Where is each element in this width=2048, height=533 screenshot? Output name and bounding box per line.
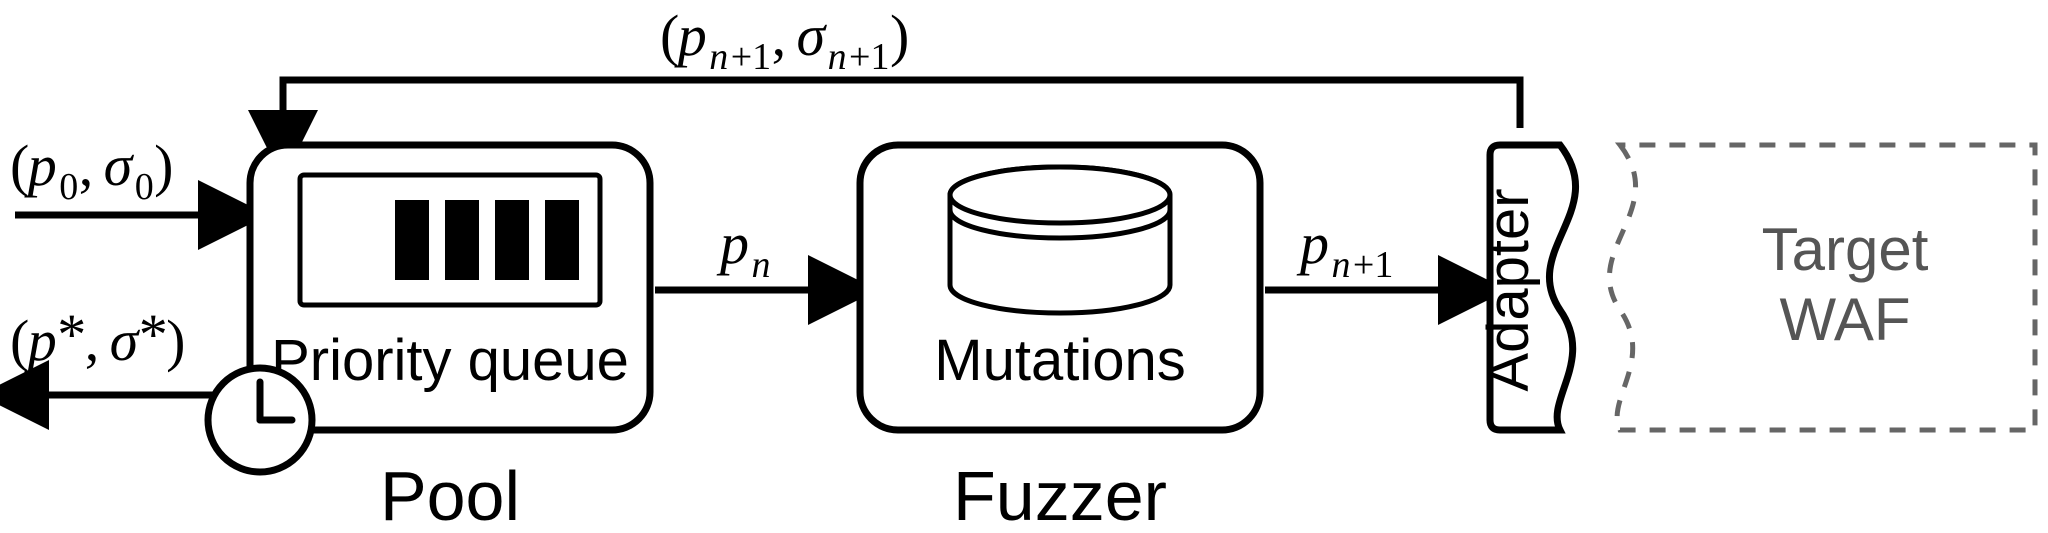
adapter-title: Adapter [1476, 188, 1541, 391]
edge-pool-fuzzer-label: p n [716, 211, 770, 286]
target-title-2: WAF [1779, 286, 1910, 353]
fuzzer-box: Mutations [860, 145, 1260, 430]
target-title-1: Target [1762, 216, 1929, 283]
svg-text:p n +1: p n +1 [1296, 211, 1393, 286]
target-waf-box: Target WAF [1609, 145, 2035, 430]
feedback-label: ( p n +1 , σ n +1 ) [660, 3, 909, 78]
input-label: ( p 0 , σ 0 ) [10, 133, 173, 208]
mutations-label: Mutations [934, 328, 1185, 393]
svg-text:( p 0 ,: ( p 0 , σ 0 ) [10, 133, 173, 208]
fuzzer-title: Fuzzer [953, 457, 1167, 533]
priority-queue-label: Priority queue [271, 328, 629, 393]
pool-title: Pool [380, 457, 520, 533]
pool-box: Priority queue [208, 145, 650, 472]
output-label: ( p * , σ * ) [10, 302, 185, 373]
diagram-canvas: ( p n +1 , σ n +1 ) ( p 0 , σ 0 ) ( [0, 0, 2048, 533]
mutations-icon [950, 167, 1170, 313]
svg-text:( p * ,: ( p * , σ * ) [10, 302, 185, 373]
svg-text:( p n +1: ( p n +1 , σ n +1 ) [660, 3, 909, 78]
adapter-box: Adapter [1476, 145, 1576, 430]
edge-feedback [283, 80, 1520, 128]
svg-text:p n: p n [716, 211, 770, 286]
edge-fuzzer-adapter-label: p n +1 [1296, 211, 1393, 286]
clock-icon [208, 368, 312, 472]
